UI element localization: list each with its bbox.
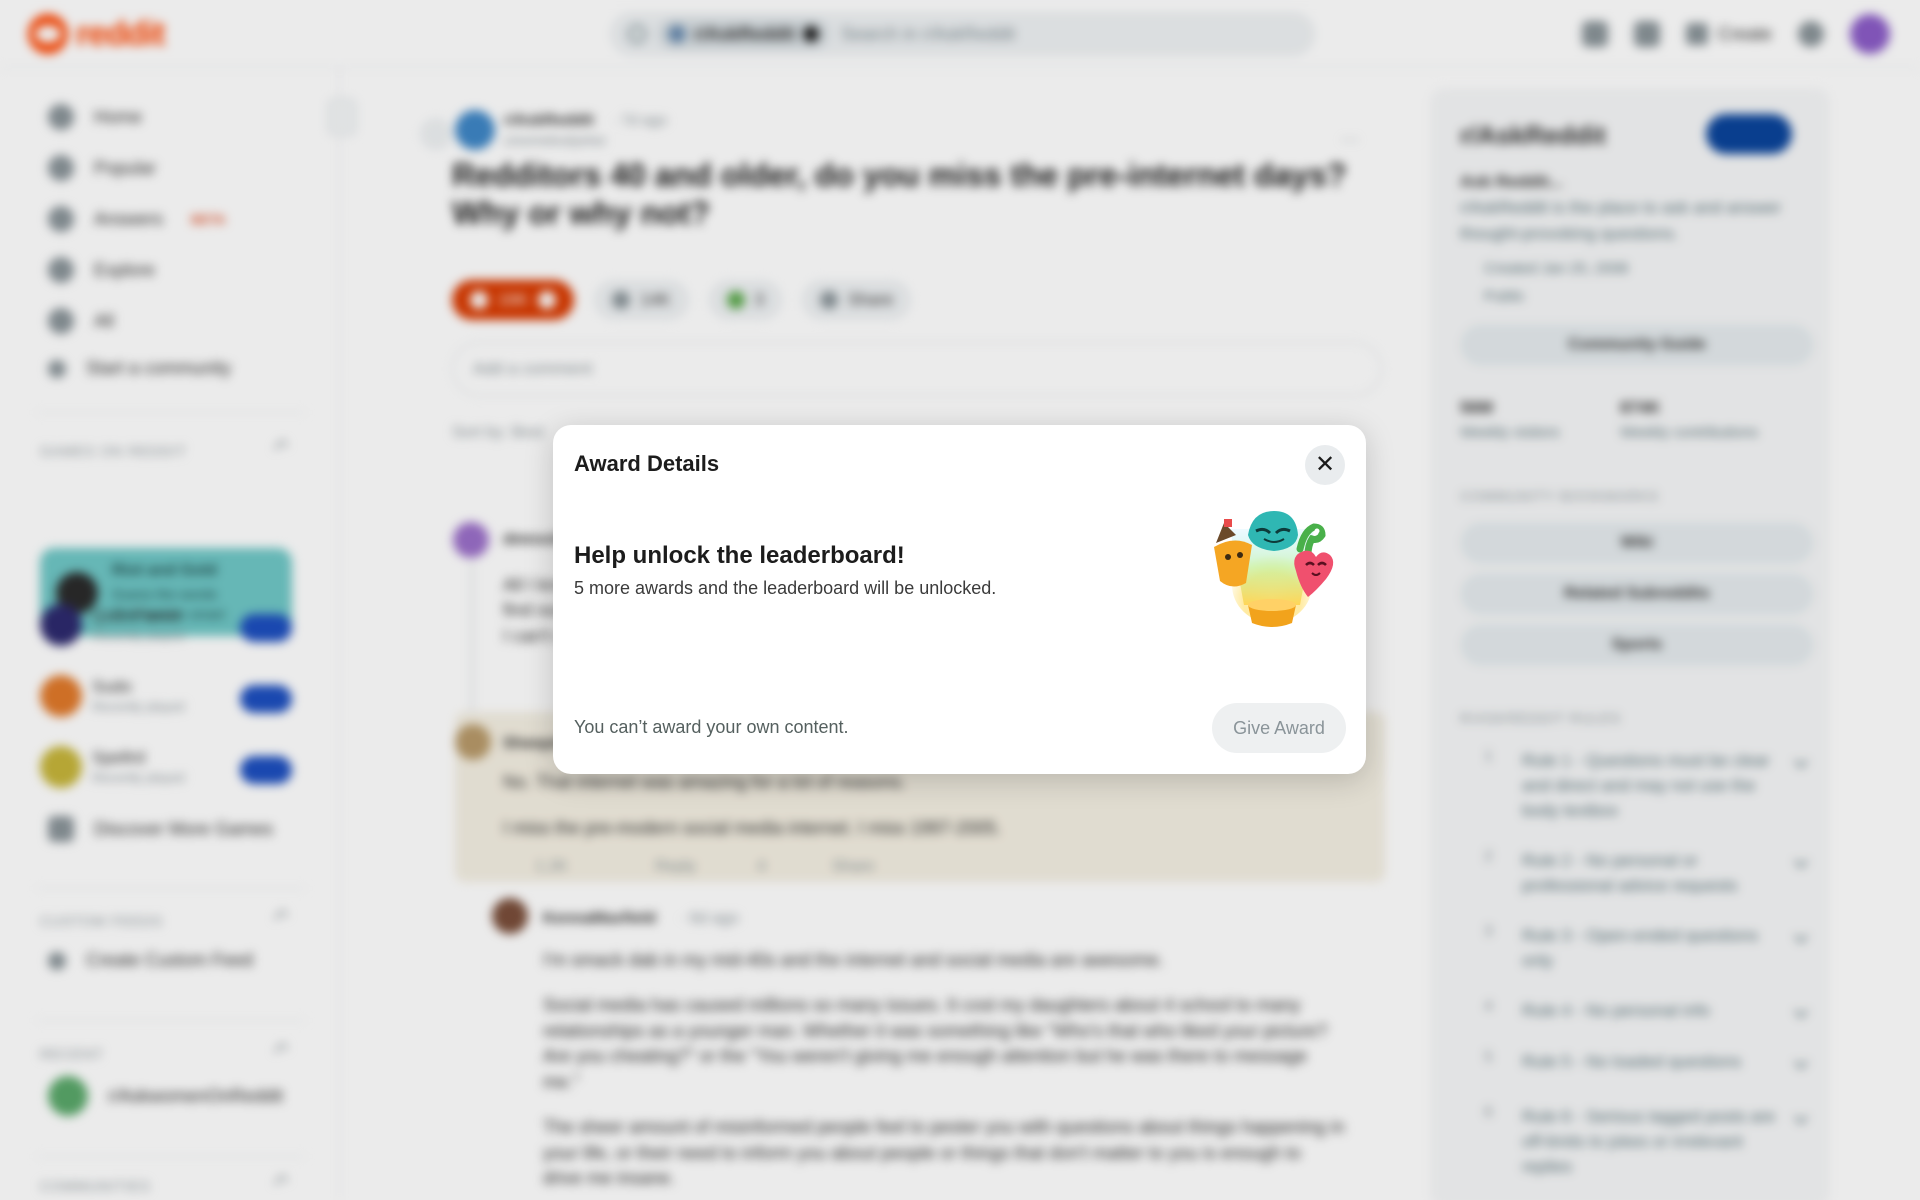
leaderboard-description: 5 more awards and the leaderboard will b… [574,578,997,598]
award-details-modal: Award Details ✕ Help unlock the leaderbo… [553,425,1366,774]
leaderboard-heading: Help unlock the leaderboard! [574,542,905,569]
own-content-notice: You can’t award your own content. [574,717,849,737]
close-button[interactable]: ✕ [1305,445,1345,485]
give-award-button[interactable]: Give Award [1212,703,1346,753]
modal-title: Award Details [574,451,720,476]
give-award-label: Give Award [1233,717,1325,738]
award-characters-illustration [1214,511,1334,627]
close-icon: ✕ [1314,451,1336,478]
